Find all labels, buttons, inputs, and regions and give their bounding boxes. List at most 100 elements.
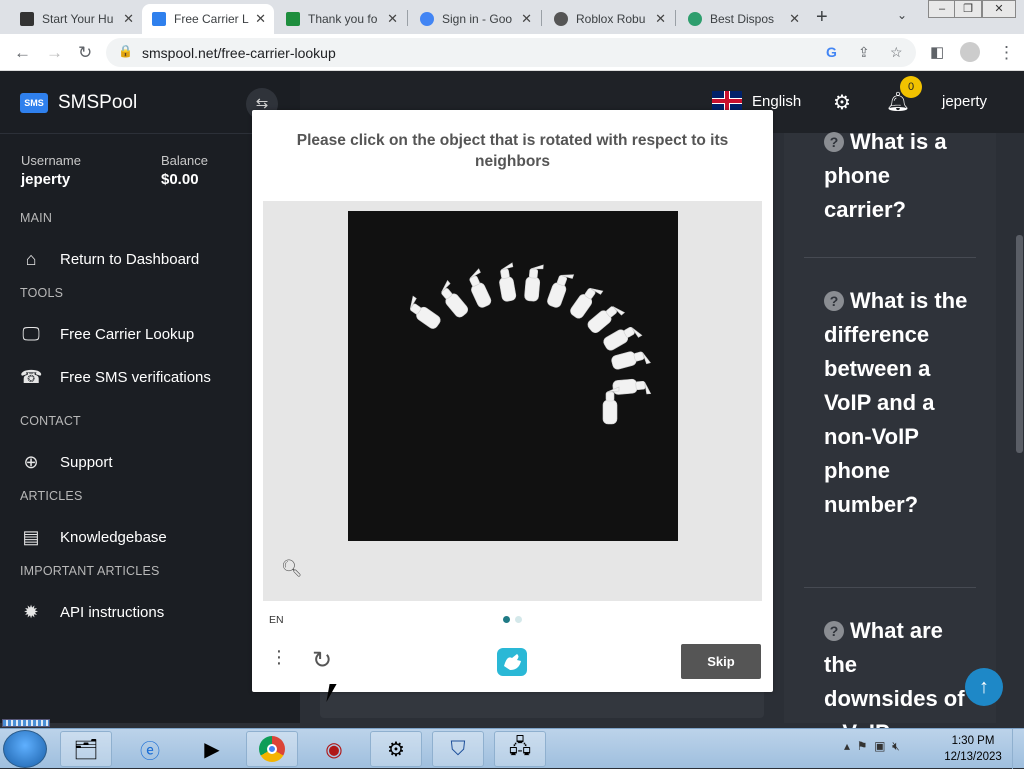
faq-divider — [804, 257, 976, 258]
tab-favicon-icon — [286, 12, 300, 26]
tab-close-icon[interactable]: ✕ — [387, 11, 398, 27]
monitor-icon: 🖵 — [22, 324, 40, 344]
skip-button[interactable]: Skip — [681, 644, 761, 679]
address-toolbar: ← → ↻ 🔒 smspool.net/free-carrier-lookup … — [0, 34, 1024, 71]
tab-title: Best Dispos — [710, 12, 775, 26]
sidebar-item-sms-verifications[interactable]: ☎ Free SMS verifications — [20, 367, 211, 388]
url-text[interactable]: smspool.net/free-carrier-lookup — [142, 45, 336, 61]
chrome-icon[interactable] — [246, 731, 298, 767]
opera-icon[interactable]: ◉ — [308, 731, 360, 767]
tab-favicon-icon — [688, 12, 702, 26]
browser-menu-icon[interactable]: ⋮ — [998, 43, 1015, 63]
username-label: Username — [21, 153, 81, 168]
internet-explorer-icon[interactable]: ⓔ — [124, 731, 176, 767]
scroll-to-top-button[interactable]: ↑ — [965, 668, 1003, 706]
sidebar-item-label: Knowledgebase — [60, 529, 167, 546]
uk-flag-icon — [712, 91, 742, 111]
captcha-prompt: Please click on the object that is rotat… — [296, 132, 729, 170]
system-tray-icons[interactable]: ▴ ⚑ ▣ 🔇︎ — [844, 739, 900, 754]
file-explorer-icon[interactable]: 🗂 — [60, 731, 112, 767]
tab-close-icon[interactable]: ✕ — [655, 11, 666, 27]
tab-separator — [541, 10, 542, 26]
shield-g-icon[interactable]: ⛉ — [432, 731, 484, 767]
system-clock[interactable]: 1:30 PM 12/13/2023 — [940, 733, 1006, 765]
tab-roblox[interactable]: Roblox Robu ✕ — [544, 4, 674, 34]
faq-item-voip-difference[interactable]: ? What is the difference between a VoIP a… — [824, 284, 974, 522]
tab-title: Start Your Hu — [42, 12, 114, 26]
tab-title: Sign in - Goo — [442, 12, 513, 26]
tab-title: Roblox Robu — [576, 12, 646, 26]
tab-separator — [675, 10, 676, 26]
faq-panel: ? What is a phone carrier? ? What is the d… — [784, 129, 996, 745]
restore-icon[interactable]: ❐ — [954, 0, 982, 18]
section-tools: TOOLS — [20, 286, 64, 300]
sidebar-item-support[interactable]: ⊕ Support — [20, 452, 112, 473]
captcha-progress-dots — [503, 616, 522, 623]
tab-favicon-icon — [20, 12, 34, 26]
sidebar-item-api[interactable]: ✹ API instructions — [20, 602, 164, 623]
sidebar-item-knowledgebase[interactable]: ▤ Knowledgebase — [20, 527, 167, 548]
faq-item-phone-carrier[interactable]: ? What is a phone carrier? — [824, 125, 974, 227]
more-options-icon[interactable]: · · · — [275, 641, 283, 673]
tab-thank-you[interactable]: Thank you fo ✕ — [276, 4, 406, 34]
google-translate-icon[interactable]: G — [826, 44, 837, 60]
share-icon[interactable]: ⇪ — [858, 44, 870, 61]
tab-best-disposable[interactable]: Best Dispos ✕ — [678, 4, 808, 34]
refresh-icon[interactable]: ↻ — [312, 646, 332, 675]
back-arrow-icon[interactable]: ← — [14, 43, 31, 63]
tab-close-icon[interactable]: ✕ — [123, 11, 134, 27]
new-tab-icon[interactable]: + — [816, 6, 828, 29]
tab-close-icon[interactable]: ✕ — [521, 11, 532, 27]
question-icon: ? — [824, 291, 844, 311]
tab-close-icon[interactable]: ✕ — [255, 11, 266, 27]
tab-title: Free Carrier L — [174, 12, 249, 26]
language-selector[interactable]: English — [712, 91, 801, 111]
network-icon[interactable]: 🖧 — [494, 731, 546, 767]
tab-close-icon[interactable]: ✕ — [789, 11, 800, 27]
section-contact: CONTACT — [20, 414, 81, 428]
window-close-icon[interactable]: ✕ — [982, 0, 1016, 18]
language-label: English — [752, 92, 802, 110]
tab-favicon-icon — [152, 12, 166, 26]
sidebar-item-label: Free SMS verifications — [60, 369, 211, 386]
tab-sign-in-google[interactable]: Sign in - Goo ✕ — [410, 4, 540, 34]
settings-gear-icon[interactable]: ⚙ — [833, 90, 851, 115]
tab-favicon-icon — [554, 12, 568, 26]
balance-value: $0.00 — [161, 171, 199, 188]
content-card — [320, 688, 764, 718]
tab-separator — [407, 10, 408, 26]
bookmark-star-icon[interactable]: ☆ — [890, 44, 903, 61]
tab-free-carrier[interactable]: Free Carrier L ✕ — [142, 4, 274, 34]
tab-start-your[interactable]: Start Your Hu ✕ — [10, 4, 142, 34]
loading-progress-bar — [2, 719, 50, 727]
minimize-icon[interactable]: – — [928, 0, 956, 18]
section-important-articles: IMPORTANT ARTICLES — [20, 564, 160, 578]
control-panel-icon[interactable]: ⚙ — [370, 731, 422, 767]
forward-arrow-icon[interactable]: → — [46, 43, 63, 63]
captcha-language-selector[interactable]: EN — [269, 614, 284, 626]
start-button[interactable] — [3, 730, 47, 768]
faq-question: What are the downsides of a VoIP — [824, 618, 965, 745]
lifebuoy-icon: ⊕ — [23, 452, 39, 472]
url-bar[interactable]: 🔒 smspool.net/free-carrier-lookup G ⇪ ☆ — [106, 38, 916, 67]
tab-search-chevron-icon[interactable]: ⌄ — [897, 8, 907, 22]
captcha-image[interactable] — [348, 211, 678, 541]
zoom-search-icon[interactable]: 🔍︎ — [281, 559, 303, 579]
sidebar-item-label: API instructions — [60, 604, 165, 621]
side-panel-icon[interactable]: ◧ — [930, 43, 944, 61]
sidebar-item-carrier-lookup[interactable]: 🖵 Free Carrier Lookup — [20, 324, 194, 345]
profile-avatar-icon[interactable] — [960, 42, 980, 62]
captcha-task-area: 🔍︎ — [263, 201, 762, 601]
reload-icon[interactable]: ↻ — [78, 43, 92, 63]
scrollbar-thumb[interactable] — [1016, 235, 1023, 453]
username-value: jeperty — [21, 171, 71, 188]
clock-date: 12/13/2023 — [944, 751, 1002, 763]
user-menu[interactable]: jeperty — [942, 93, 987, 110]
phone-icon: ☎ — [20, 367, 43, 387]
sidebar-item-dashboard[interactable]: ⌂ Return to Dashboard — [20, 249, 200, 270]
brand[interactable]: SMS SMSPool — [20, 92, 137, 114]
media-player-icon[interactable]: ▶ — [186, 731, 238, 767]
show-desktop-button[interactable] — [1012, 729, 1024, 769]
notification-count-badge: 0 — [900, 76, 922, 98]
sidebar-item-label: Free Carrier Lookup — [60, 326, 195, 343]
